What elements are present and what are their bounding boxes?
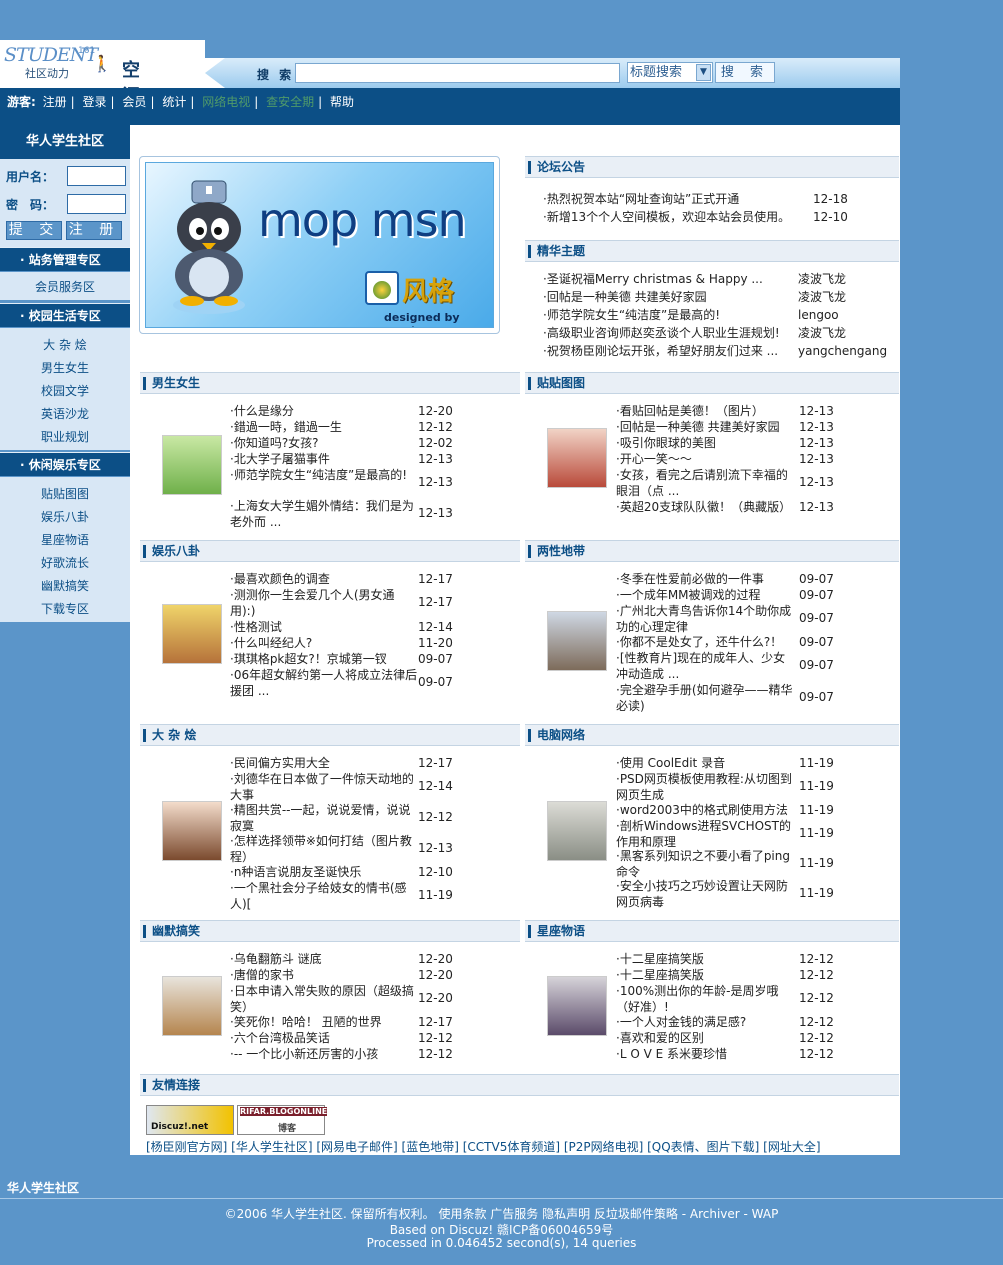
search-bar: 搜 索 标题搜索 ▼ 搜 索 (205, 58, 900, 88)
person-icon: 🚶 (92, 54, 112, 73)
footer-divider (0, 1198, 1003, 1199)
blog-logo[interactable]: RIFAR.BLOGONLINE 博客 (237, 1105, 328, 1135)
nav-tv[interactable]: 网络电视 (202, 93, 250, 110)
logo-subtitle: 社区动力 (25, 67, 69, 80)
zodiac-thumbnail[interactable] (547, 976, 607, 1036)
guest-label: 游客: (7, 95, 36, 109)
banner-credit: designed by mouter (384, 311, 460, 327)
penguin-icon (173, 180, 245, 314)
chevron-down-icon[interactable]: ▼ (696, 64, 711, 81)
sidebar-item-zodiac[interactable]: 星座物语 (0, 531, 130, 548)
humor-header[interactable]: 幽默搞笑 (140, 920, 520, 942)
submit-button[interactable]: 提 交 (6, 221, 62, 240)
sidebar-item-gossip[interactable]: 娱乐八卦 (0, 508, 130, 525)
nav-stats[interactable]: 统计 (162, 93, 186, 110)
zodiac-header[interactable]: 星座物语 (525, 920, 899, 942)
gossip-thumbnail[interactable] (162, 604, 222, 664)
sidebar-title: 华人学生社区 (0, 125, 130, 159)
register-button[interactable]: 注 册 (66, 221, 122, 240)
boys-girls-thumbnail[interactable] (162, 435, 222, 495)
search-button[interactable]: 搜 索 (715, 62, 775, 83)
nav-safe-period[interactable]: 查安全期 (266, 93, 314, 110)
sidebar-item-member-service[interactable]: 会员服务区 (0, 278, 130, 295)
pictures-thumbnail[interactable] (547, 428, 607, 488)
search-label: 搜 索 (257, 68, 295, 82)
gossip-header[interactable]: 娱乐八卦 (140, 540, 520, 562)
page-header: STUDENT 161 社区动力 🚶 空 间 搜 索 标题搜索 ▼ 搜 索 (0, 0, 1003, 107)
footer-links[interactable]: ©2006 华人学生社区. 保留所有权利。 使用条款 广告服务 隐私声明 反垃圾… (0, 1205, 1003, 1222)
banner-subtitle: 风格 (402, 277, 455, 307)
main-content: mop msn 风格 designed by mouter 论坛公告 ·热烈祝贺… (130, 125, 900, 1155)
zone-campus-header[interactable]: · 校园生活专区 (0, 303, 130, 327)
sidebar-item-english[interactable]: 英语沙龙 (0, 405, 130, 422)
featured-header[interactable]: 精华主题 (525, 240, 899, 262)
username-field[interactable] (67, 166, 126, 186)
gender-header[interactable]: 两性地带 (525, 540, 899, 562)
nav-members[interactable]: 会员 (122, 93, 146, 110)
username-label: 用户名： (6, 170, 55, 184)
sidebar: 华人学生社区 用户名： 密 码： 提 交 注 册 · 站务管理专区 会员服务区 … (0, 125, 130, 1155)
discuz-logo[interactable]: Discuz!.net (146, 1105, 234, 1135)
zone-admin-links: 会员服务区 (0, 272, 130, 300)
footer-processed: Processed in 0.046452 second(s), 14 quer… (366, 1236, 637, 1250)
sidebar-item-humor[interactable]: 幽默搞笑 (0, 577, 130, 594)
nav-register[interactable]: 注册 (43, 93, 67, 110)
top-nav: 游客: 注册 | 登录 | 会员 | 统计 | 网络电视 | 查安全期 | 帮助 (0, 88, 900, 125)
computer-thumbnail[interactable] (547, 801, 607, 861)
sidebar-item-literature[interactable]: 校园文学 (0, 382, 130, 399)
password-field[interactable] (67, 194, 126, 214)
friend-links[interactable]: [杨臣刚官方网] [华人学生社区] [网易电子邮件] [蓝色地带] [CCTV5… (146, 1138, 821, 1155)
search-type-value: 标题搜索 (630, 65, 683, 80)
sidebar-item-boys-girls[interactable]: 男生女生 (0, 359, 130, 376)
sidebar-item-pictures[interactable]: 贴贴图图 (0, 485, 130, 502)
gender-thumbnail[interactable] (547, 611, 607, 671)
misc-thumbnail[interactable] (162, 801, 222, 861)
humor-thumbnail[interactable] (162, 976, 222, 1036)
footer-title: 华人学生社区 (7, 1181, 80, 1195)
zone-leisure-links: 贴贴图图 娱乐八卦 星座物语 好歌流长 幽默搞笑 下载专区 (0, 477, 130, 622)
sidebar-item-career[interactable]: 职业规划 (0, 428, 130, 445)
login-form: 用户名： 密 码： 提 交 注 册 (0, 159, 130, 249)
search-input[interactable] (295, 63, 620, 83)
announce-header[interactable]: 论坛公告 (525, 156, 899, 178)
boys-girls-header[interactable]: 男生女生 (140, 372, 520, 394)
friends-header[interactable]: 友情连接 (140, 1074, 899, 1096)
zone-admin-header[interactable]: · 站务管理专区 (0, 247, 130, 271)
banner-title: mop msn (258, 193, 467, 247)
search-bar-arrow (205, 58, 225, 88)
search-type-select[interactable]: 标题搜索 ▼ (627, 62, 713, 83)
nav-login[interactable]: 登录 (83, 93, 107, 110)
zone-leisure-header[interactable]: · 休闲娱乐专区 (0, 452, 130, 476)
site-logo[interactable]: STUDENT 161 社区动力 🚶 空 间 (0, 40, 205, 107)
msn-icon (365, 271, 399, 305)
misc-header[interactable]: 大 杂 烩 (140, 724, 520, 746)
banner-image: mop msn 风格 designed by mouter (145, 162, 494, 328)
pictures-header[interactable]: 贴贴图图 (525, 372, 899, 394)
password-label: 密 码： (6, 198, 55, 212)
sidebar-item-misc[interactable]: 大 杂 烩 (0, 336, 130, 353)
style-banner[interactable]: mop msn 风格 designed by mouter (139, 156, 500, 334)
sidebar-item-downloads[interactable]: 下载专区 (0, 600, 130, 617)
sidebar-item-songs[interactable]: 好歌流长 (0, 554, 130, 571)
nav-help[interactable]: 帮助 (330, 93, 354, 110)
computer-header[interactable]: 电脑网络 (525, 724, 899, 746)
zone-campus-links: 大 杂 烩 男生女生 校园文学 英语沙龙 职业规划 (0, 328, 130, 450)
